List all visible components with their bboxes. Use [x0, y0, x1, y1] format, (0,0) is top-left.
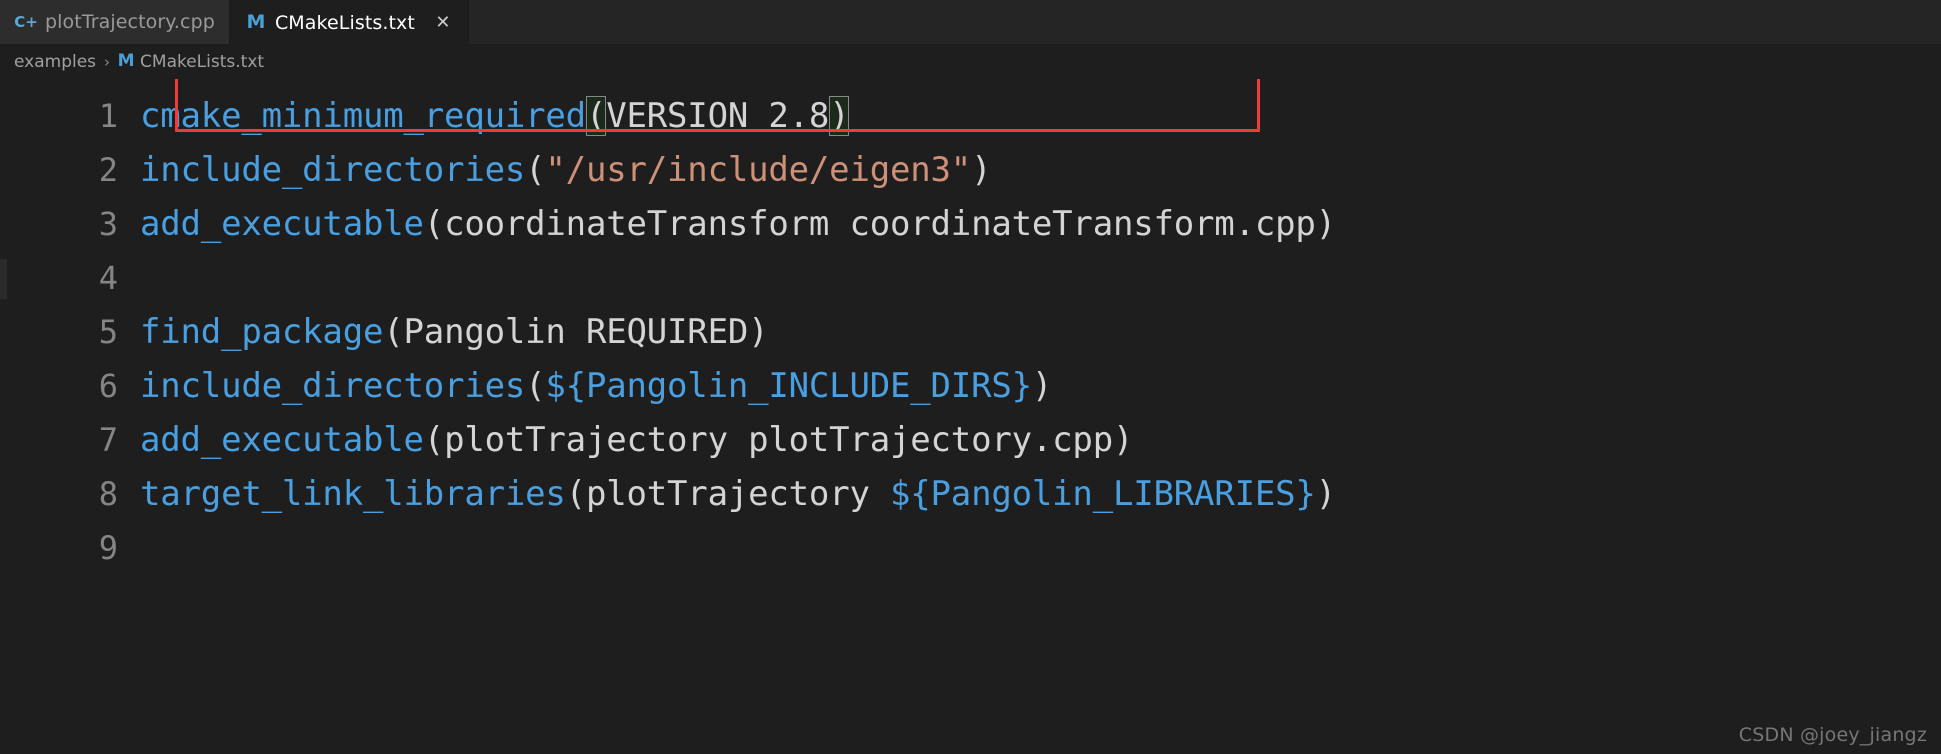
line-number: 3 [98, 205, 118, 243]
chevron-right-icon: › [104, 52, 111, 71]
line-number: 8 [98, 475, 118, 513]
line-number: 9 [98, 529, 118, 567]
code-line-content: add_executable(plotTrajectory plotTrajec… [140, 413, 1941, 467]
code-token-open-paren: ( [423, 204, 445, 244]
code-lines: 1 cmake_minimum_required(VERSION 2.8) 2 … [0, 89, 1941, 575]
code-line-5[interactable]: 5 find_package(Pangolin REQUIRED) [0, 305, 1941, 359]
code-token-function: include_directories [140, 366, 526, 406]
code-token-variable: ${Pangolin_LIBRARIES} [890, 474, 1316, 514]
code-token-close-paren: ) [1112, 420, 1134, 460]
code-token-open-paren: ( [525, 150, 546, 190]
line-number: 4 [98, 259, 118, 297]
code-token-close-paren: ) [748, 312, 769, 352]
code-token-open-paren: ( [383, 312, 404, 352]
watermark-text: CSDN @joey_jiangz [1738, 724, 1927, 746]
code-token-argument: plotTrajectory [585, 474, 890, 514]
code-editor-area[interactable]: 1 cmake_minimum_required(VERSION 2.8) 2 … [0, 79, 1941, 754]
code-line-content: include_directories(${Pangolin_INCLUDE_D… [140, 359, 1941, 413]
breadcrumb: examples › M CMakeLists.txt [0, 45, 1941, 79]
code-token-open-paren: ( [423, 420, 445, 460]
tab-cmakelists-txt[interactable]: M CMakeLists.txt ✕ [229, 0, 469, 44]
code-token-close-paren: ) [971, 150, 992, 190]
close-icon[interactable]: ✕ [432, 12, 454, 34]
breadcrumb-label: CMakeLists.txt [140, 51, 265, 72]
breadcrumb-item-cmakelists[interactable]: M CMakeLists.txt [118, 52, 264, 72]
code-token-function: include_directories [140, 150, 526, 190]
code-token-string: "/usr/include/eigen3" [545, 150, 972, 190]
code-token-close-paren: ) [1315, 204, 1336, 244]
code-token-argument: VERSION 2.8 [606, 96, 830, 136]
code-line-content: cmake_minimum_required(VERSION 2.8) [140, 89, 1941, 143]
code-line-4[interactable]: 4 [0, 251, 1941, 305]
code-token-open-paren: ( [585, 96, 607, 136]
line-number: 2 [98, 151, 118, 189]
code-line-2[interactable]: 2 include_directories("/usr/include/eige… [0, 143, 1941, 197]
code-token-function: add_executable [140, 420, 424, 460]
markdown-file-icon: M [246, 11, 266, 33]
code-token-function: find_package [140, 312, 384, 352]
line-number: 7 [98, 421, 118, 459]
code-line-7[interactable]: 7 add_executable(plotTrajectory plotTraj… [0, 413, 1941, 467]
code-token-open-paren: ( [565, 474, 586, 514]
markdown-file-icon: M [117, 51, 135, 71]
code-line-content: include_directories("/usr/include/eigen3… [140, 143, 1941, 197]
code-token-argument: plotTrajectory plotTrajectory.cpp [444, 420, 1113, 460]
editor-window: C+ plotTrajectory.cpp M CMakeLists.txt ✕… [0, 0, 1941, 754]
code-line-content: find_package(Pangolin REQUIRED) [140, 305, 1941, 359]
code-token-argument: Pangolin REQUIRED [403, 312, 749, 352]
code-token-close-paren: ) [1315, 474, 1336, 514]
code-token-function: target_link_libraries [140, 474, 566, 514]
line-number: 6 [98, 367, 118, 405]
line-number: 5 [98, 313, 118, 351]
tab-bar: C+ plotTrajectory.cpp M CMakeLists.txt ✕ [0, 0, 1941, 45]
breadcrumb-item-examples[interactable]: examples [14, 52, 96, 72]
tab-bar-empty-space [468, 0, 1941, 44]
code-line-3[interactable]: 3 add_executable(coordinateTransform coo… [0, 197, 1941, 251]
tab-label: CMakeLists.txt [274, 11, 415, 34]
code-line-8[interactable]: 8 target_link_libraries(plotTrajectory $… [0, 467, 1941, 521]
code-token-close-paren: ) [1031, 366, 1053, 406]
code-token-argument: coordinateTransform coordinateTransform.… [444, 204, 1316, 244]
code-line-9[interactable]: 9 [0, 521, 1941, 575]
code-token-close-paren: ) [829, 96, 850, 136]
code-line-1[interactable]: 1 cmake_minimum_required(VERSION 2.8) [0, 89, 1941, 143]
code-token-variable: ${Pangolin_INCLUDE_DIRS} [545, 366, 1032, 406]
tab-plot-trajectory-cpp[interactable]: C+ plotTrajectory.cpp [0, 0, 230, 44]
code-token-function: cmake_minimum_required [140, 96, 586, 136]
code-line-content: target_link_libraries(plotTrajectory ${P… [140, 467, 1941, 521]
code-token-function: add_executable [140, 204, 424, 244]
code-token-open-paren: ( [525, 366, 546, 406]
code-line-content: add_executable(coordinateTransform coord… [140, 197, 1941, 251]
cpp-file-icon: C+ [14, 12, 38, 31]
breadcrumb-label: examples [14, 51, 97, 72]
code-line-6[interactable]: 6 include_directories(${Pangolin_INCLUDE… [0, 359, 1941, 413]
line-number: 1 [98, 97, 118, 135]
tab-label: plotTrajectory.cpp [45, 11, 215, 33]
